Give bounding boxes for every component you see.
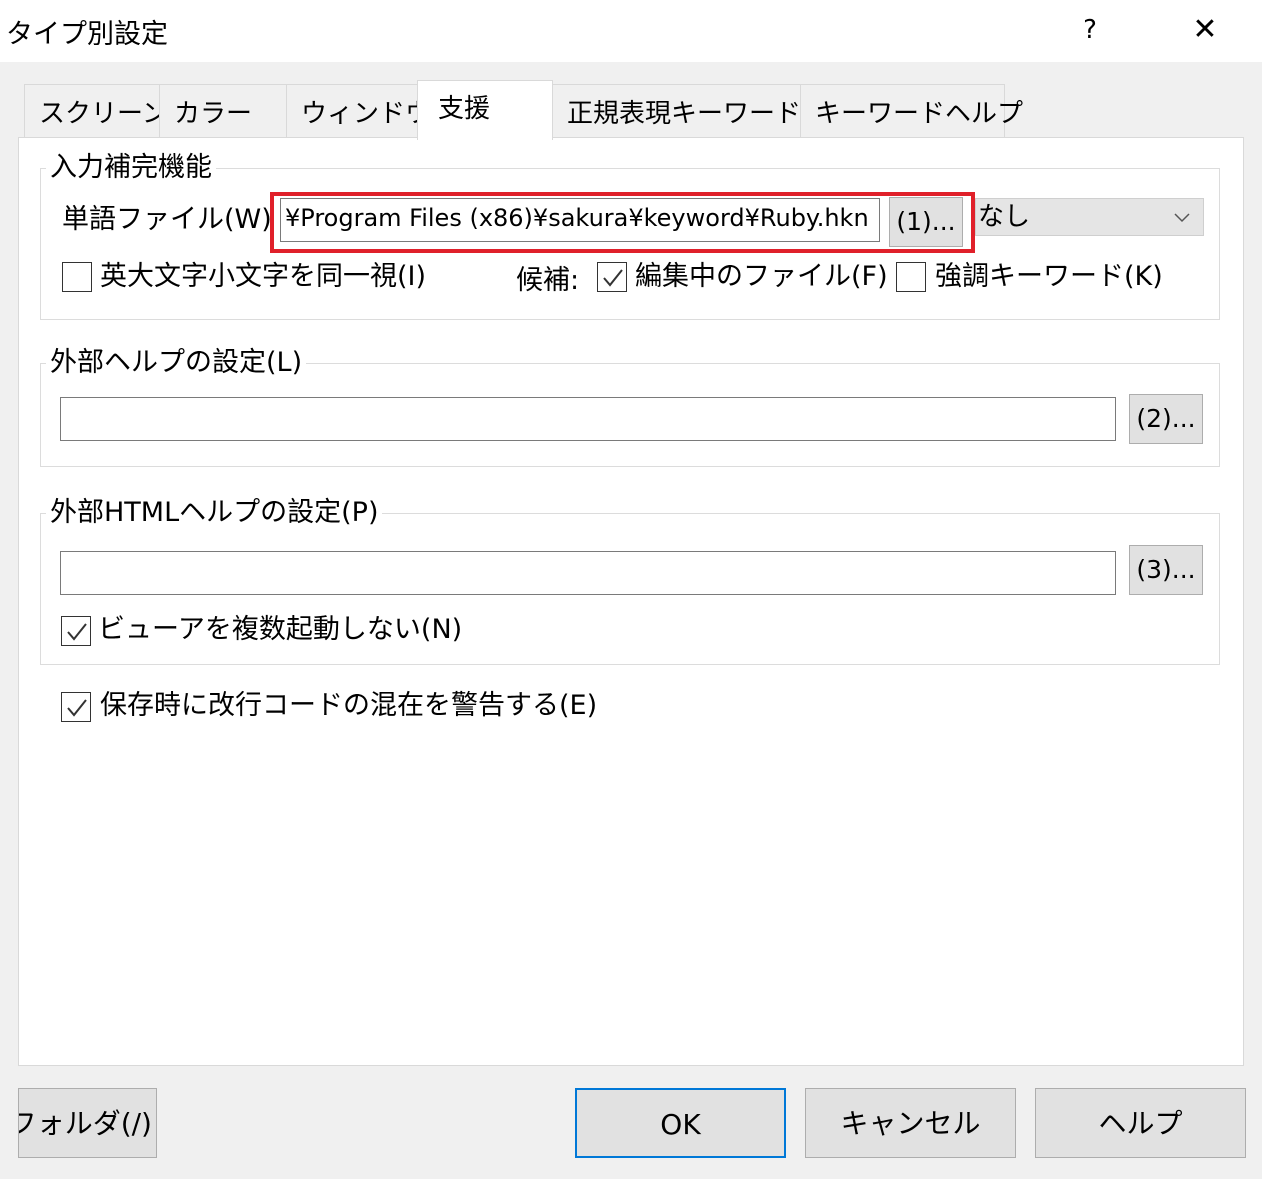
editing-file-checkbox[interactable]	[597, 262, 627, 292]
ignore-case-checkbox[interactable]	[62, 262, 92, 292]
cancel-button[interactable]: キャンセル	[805, 1088, 1016, 1158]
close-button[interactable]: ✕	[1180, 6, 1230, 54]
external-html-help-browse-button[interactable]: (3)...	[1129, 545, 1203, 595]
chevron-down-icon	[1172, 207, 1192, 231]
warn-mixed-eol-checkbox[interactable]	[61, 692, 91, 722]
external-help-group-title: 外部ヘルプの設定(L)	[46, 347, 307, 379]
tab-keyword-help[interactable]: キーワードヘルプ	[800, 84, 1023, 138]
completion-group-title: 入力補完機能	[46, 152, 216, 184]
ok-button[interactable]: OK	[575, 1088, 786, 1158]
external-help-input[interactable]	[60, 397, 1116, 441]
external-html-help-group-title: 外部HTMLヘルプの設定(P)	[46, 497, 383, 529]
external-help-browse-button[interactable]: (2)...	[1129, 394, 1203, 444]
word-file-label: 単語ファイル(W)	[62, 204, 272, 235]
tab-regex-keyword[interactable]: 正規表現キーワード	[552, 84, 801, 138]
checkmark-icon	[67, 699, 87, 717]
plugin-select-value: なし	[978, 202, 1031, 232]
tab-window[interactable]: ウィンドウ	[286, 84, 431, 138]
tab-screen[interactable]: スクリーン	[24, 84, 168, 138]
plugin-select[interactable]: なし	[975, 198, 1204, 236]
help-button[interactable]: ヘルプ	[1035, 1088, 1246, 1158]
settings-folder-button[interactable]: 設定フォルダ(/)	[18, 1088, 157, 1158]
no-multi-viewer-checkbox[interactable]	[61, 616, 91, 646]
settings-folder-label: 設定フォルダ(/)	[19, 1107, 152, 1140]
tab-support[interactable]: 支援	[417, 80, 553, 140]
ignore-case-label: 英大文字小文字を同一視(I)	[100, 261, 427, 292]
window-title: タイプ別設定	[6, 19, 168, 50]
checkmark-icon	[603, 269, 623, 287]
highlight-keyword-checkbox[interactable]	[896, 262, 926, 292]
help-question-button[interactable]: ?	[1068, 6, 1112, 54]
highlight-box	[270, 192, 975, 253]
highlight-keyword-label: 強調キーワード(K)	[935, 261, 1163, 292]
editing-file-label: 編集中のファイル(F)	[635, 261, 888, 292]
external-html-help-input[interactable]	[60, 551, 1116, 595]
no-multi-viewer-label: ビューアを複数起動しない(N)	[98, 614, 463, 645]
tab-color[interactable]: カラー	[159, 84, 287, 138]
candidates-label: 候補:	[516, 265, 580, 296]
warn-mixed-eol-label: 保存時に改行コードの混在を警告する(E)	[100, 690, 598, 721]
checkmark-icon	[67, 623, 87, 641]
